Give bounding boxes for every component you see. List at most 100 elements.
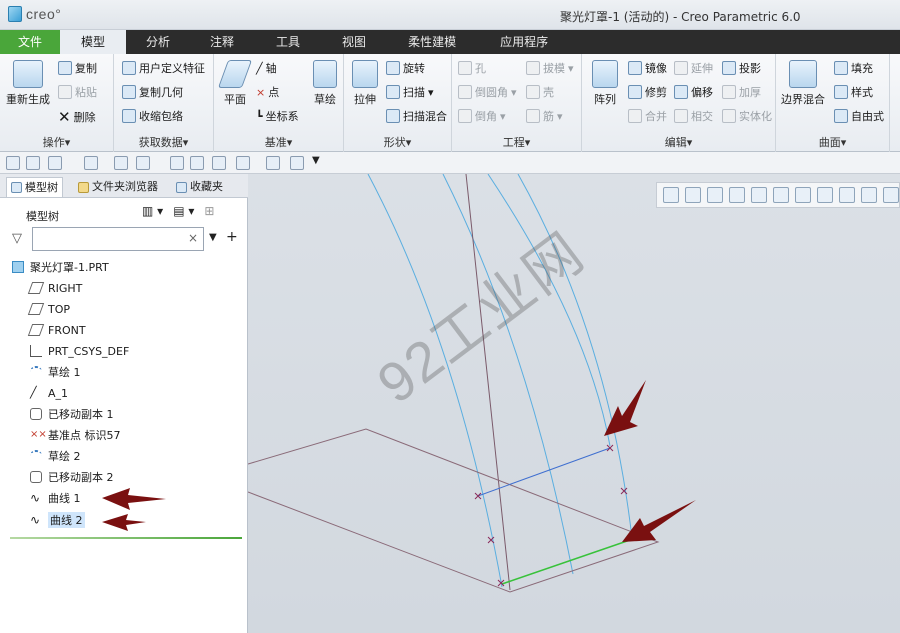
copy-button[interactable]: 复制 — [58, 60, 97, 76]
close-window-icon[interactable] — [170, 156, 184, 170]
udf-button[interactable]: 用户定义特征 — [122, 60, 205, 76]
selection-filter-icon[interactable] — [236, 156, 250, 170]
sketch-icon — [313, 60, 337, 88]
customize-dropdown-icon[interactable]: ▼ — [312, 155, 320, 166]
windows-icon[interactable] — [136, 156, 150, 170]
freestyle-button[interactable]: 自由式 — [834, 108, 884, 124]
thicken-button[interactable]: 加厚 — [722, 84, 761, 100]
plane-label: 平面 — [224, 93, 246, 106]
tree-item-axis-a1[interactable]: ╱ A_1 — [30, 384, 68, 402]
trim-button[interactable]: 修剪 — [628, 84, 667, 100]
tab-flexible-modeling[interactable]: 柔性建模 — [386, 30, 478, 54]
delete-button[interactable]: ✕ 删除 — [58, 108, 96, 126]
draft-icon — [526, 61, 540, 75]
tab-view[interactable]: 视图 — [322, 30, 386, 54]
chamfer-button[interactable]: 倒角 ▾ — [458, 108, 506, 124]
boundary-blend-button[interactable]: 边界混合 — [778, 60, 828, 107]
search-input[interactable]: × — [32, 227, 204, 251]
group-label-editing[interactable]: 编辑▾ — [582, 134, 775, 150]
curve-icon: ∿ — [30, 513, 41, 527]
fill-button[interactable]: 填充 — [834, 60, 873, 76]
tree-item-datum-point[interactable]: ×× 基准点 标识57 — [30, 426, 121, 444]
title-bar: creo° 聚光灯罩-1 (活动的) - Creo Parametric 6.0 — [0, 0, 900, 30]
tree-item-curve-2[interactable]: ∿ 曲线 2 — [30, 511, 85, 529]
sketch-button[interactable]: 草绘 — [310, 60, 340, 107]
tree-item-curve-1[interactable]: ∿ 曲线 1 — [30, 489, 81, 507]
graphics-viewport[interactable]: 92工业网 — [248, 174, 900, 633]
group-label-get-data[interactable]: 获取数据▾ — [114, 134, 213, 150]
group-label-surfaces[interactable]: 曲面▾ — [776, 134, 889, 150]
paste-button[interactable]: 粘贴 — [58, 84, 97, 100]
tab-annotate[interactable]: 注释 — [190, 30, 254, 54]
tree-item-sketch-2[interactable]: 草绘 2 — [30, 447, 81, 465]
appearance-icon[interactable] — [266, 156, 280, 170]
shell-button[interactable]: 壳 — [526, 84, 554, 100]
regenerate-button[interactable]: 重新生成 — [6, 60, 50, 107]
paste-label: 粘贴 — [75, 86, 97, 99]
hole-button[interactable]: 孔 — [458, 60, 486, 76]
regenerate-small-icon[interactable] — [114, 156, 128, 170]
tree-filter-settings-icon[interactable]: ⊞ — [204, 204, 214, 218]
tab-folder-browser[interactable]: 文件夹浏览器 — [74, 177, 162, 197]
redo-icon[interactable] — [84, 156, 98, 170]
save-icon[interactable] — [26, 156, 40, 170]
draft-button[interactable]: 拔模 ▾ — [526, 60, 574, 76]
undo-icon[interactable] — [48, 156, 62, 170]
plane-button[interactable]: 平面 — [217, 60, 253, 107]
tree-columns-icon[interactable]: ▤ ▾ — [173, 204, 194, 218]
tab-analysis[interactable]: 分析 — [126, 30, 190, 54]
add-filter-icon[interactable]: + — [226, 229, 238, 245]
tree-item-csys[interactable]: PRT_CSYS_DEF — [30, 342, 129, 360]
swept-blend-button[interactable]: 扫描混合 — [386, 108, 447, 124]
relations-icon[interactable] — [212, 156, 226, 170]
shrinkwrap-button[interactable]: 收缩包络 — [122, 108, 183, 124]
measure-icon[interactable] — [190, 156, 204, 170]
extend-button[interactable]: 延伸 — [674, 60, 713, 76]
sweep-button[interactable]: 扫描 ▾ — [386, 84, 434, 100]
project-button[interactable]: 投影 — [722, 60, 761, 76]
new-file-icon[interactable] — [6, 156, 20, 170]
intersect-button[interactable]: 相交 — [674, 108, 713, 124]
search-dropdown-icon[interactable]: ▼ — [209, 232, 217, 243]
tree-item-part[interactable]: 聚光灯罩-1.PRT — [12, 258, 109, 276]
group-label-engineering[interactable]: 工程▾ — [452, 134, 581, 150]
tab-favorites[interactable]: 收藏夹 — [172, 177, 227, 197]
round-button[interactable]: 倒圆角 ▾ — [458, 84, 517, 100]
group-label-shapes[interactable]: 形状▾ — [344, 134, 451, 150]
tab-model[interactable]: 模型 — [60, 30, 126, 54]
tree-item-right[interactable]: RIGHT — [27, 279, 82, 297]
freestyle-icon — [834, 109, 848, 123]
axis-button[interactable]: ╱ 轴 — [256, 60, 277, 76]
tree-settings-icon[interactable]: ▥ ▾ — [142, 204, 163, 218]
tab-model-tree[interactable]: 模型树 — [6, 177, 63, 197]
tab-applications[interactable]: 应用程序 — [478, 30, 570, 54]
intersect-label: 相交 — [691, 110, 713, 123]
clear-search-icon[interactable]: × — [188, 231, 198, 245]
tree-item-moved-copy-1[interactable]: 已移动副本 1 — [30, 405, 114, 423]
point-button[interactable]: × 点 — [256, 84, 279, 100]
tree-item-front[interactable]: FRONT — [27, 321, 86, 339]
tree-item-label: A_1 — [48, 386, 69, 400]
csys-button[interactable]: ┗ 坐标系 — [256, 108, 299, 124]
solidify-button[interactable]: 实体化 — [722, 108, 772, 124]
extrude-button[interactable]: 拉伸 — [348, 60, 382, 107]
mirror-button[interactable]: 镜像 — [628, 60, 667, 76]
filter-icon[interactable]: ▽ — [12, 231, 22, 246]
tab-tools[interactable]: 工具 — [254, 30, 322, 54]
copy-geometry-button[interactable]: 复制几何 — [122, 84, 183, 100]
open-folder-icon[interactable] — [290, 156, 304, 170]
offset-button[interactable]: 偏移 — [674, 84, 713, 100]
group-label-datum[interactable]: 基准▾ — [214, 134, 343, 150]
datum-axis-line — [465, 174, 511, 591]
style-button[interactable]: 样式 — [834, 84, 873, 100]
pattern-button[interactable]: 阵列 — [588, 60, 622, 107]
tree-item-sketch-1[interactable]: 草绘 1 — [30, 363, 81, 381]
group-label-operations[interactable]: 操作▾ — [0, 134, 113, 150]
merge-icon — [628, 109, 642, 123]
project-label: 投影 — [739, 62, 761, 75]
revolve-button[interactable]: 旋转 — [386, 60, 425, 76]
rib-button[interactable]: 筋 ▾ — [526, 108, 563, 124]
tab-file[interactable]: 文件 — [0, 30, 60, 54]
tree-item-top[interactable]: TOP — [27, 300, 70, 318]
merge-button[interactable]: 合并 — [628, 108, 667, 124]
